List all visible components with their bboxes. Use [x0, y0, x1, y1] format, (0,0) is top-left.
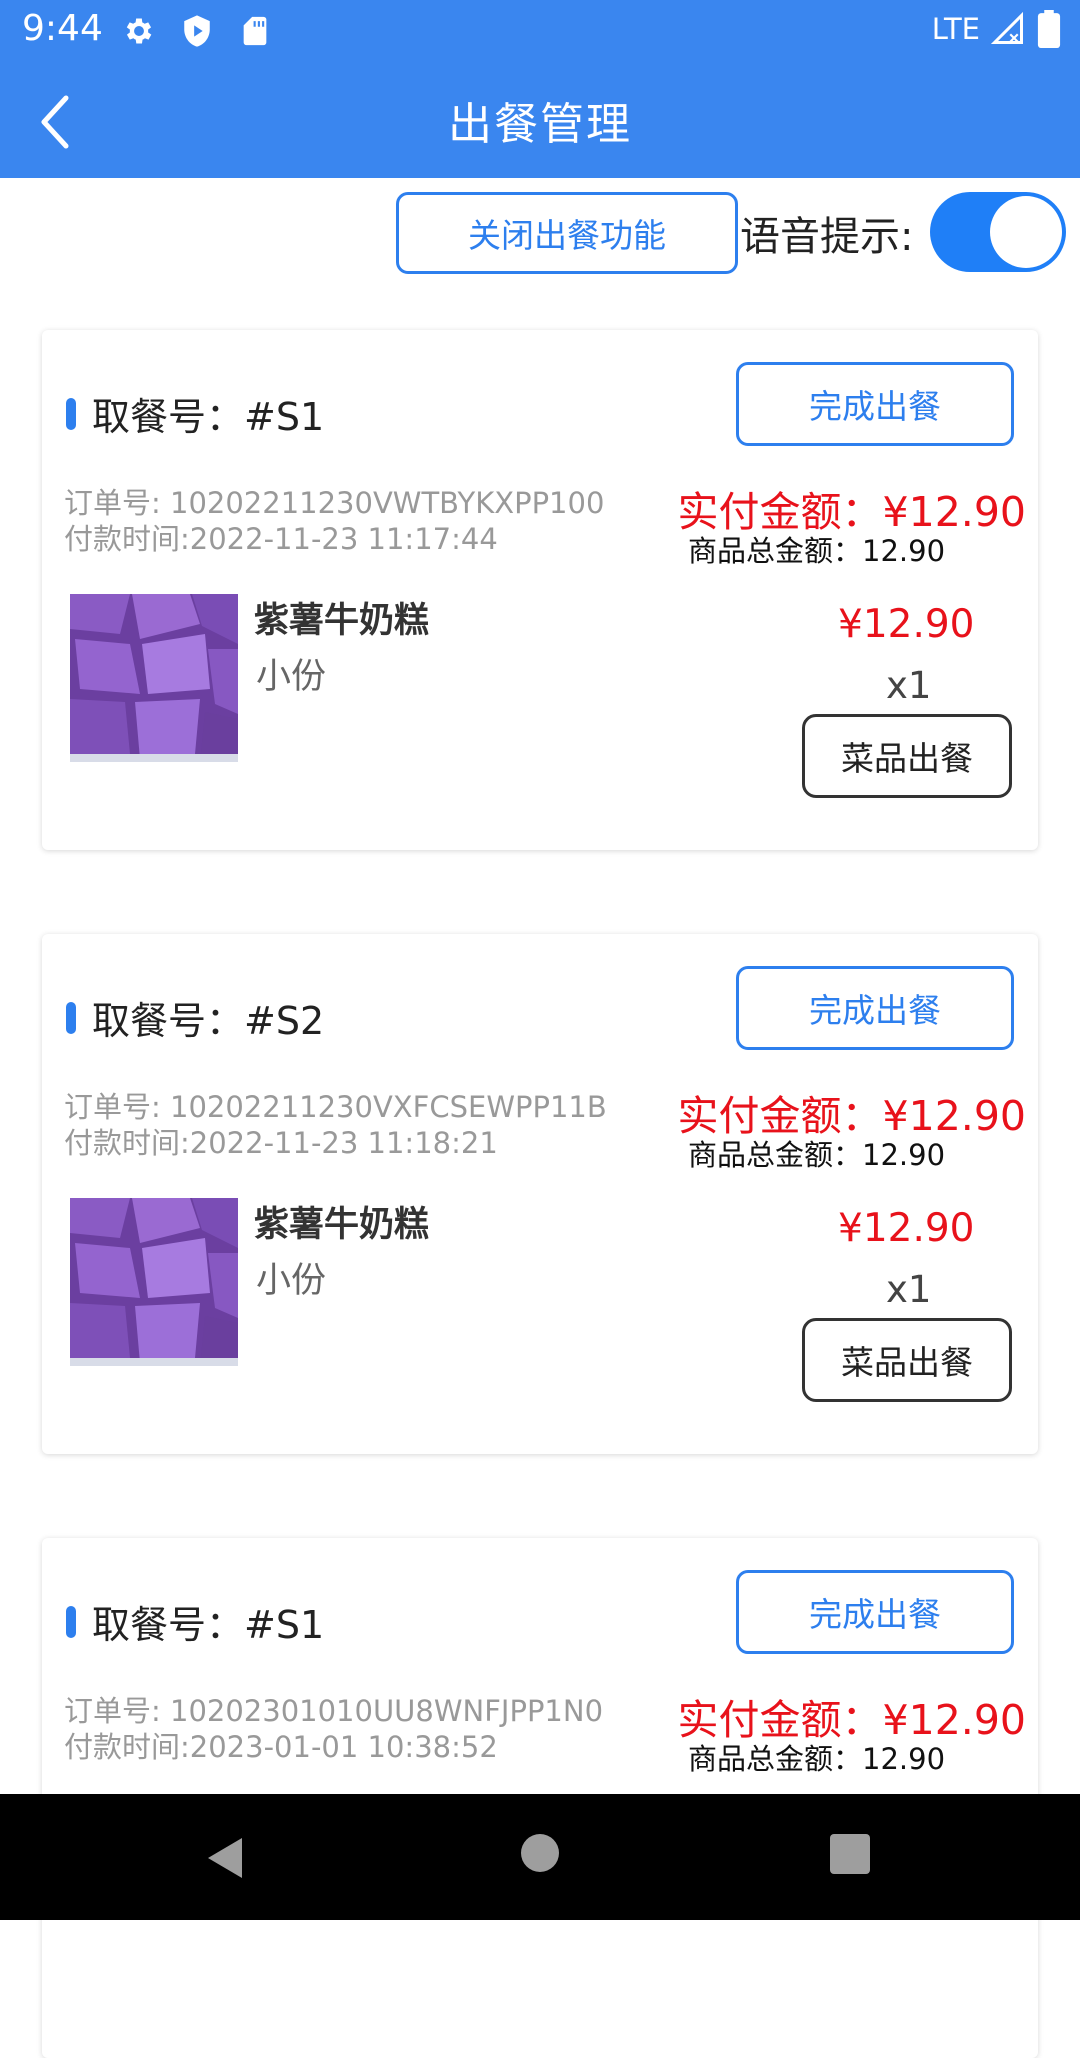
network-type: LTE [931, 12, 980, 46]
goods-total: 商品总金额：12.90 [688, 1138, 946, 1172]
status-right: LTE [932, 10, 1062, 48]
serve-dish-button[interactable]: 菜品出餐 [802, 714, 1012, 798]
dish-quantity: x1 [886, 1268, 932, 1311]
dish-quantity: x1 [886, 664, 932, 707]
top-bar: 9:44 LTE 出餐管理 [0, 0, 1080, 178]
pickup-number: 取餐号：#S2 [66, 990, 324, 1045]
dish-price: ¥12.90 [838, 602, 975, 647]
order-card: 取餐号：#S2 完成出餐 订单号: 10202211230VXFCSEWPP11… [42, 934, 1038, 1454]
pickup-indicator [66, 1605, 76, 1638]
status-bar: 9:44 LTE [0, 0, 1080, 62]
nav-back-icon[interactable] [202, 1834, 250, 1882]
finish-serving-button[interactable]: 完成出餐 [736, 362, 1014, 446]
goods-total: 商品总金额：12.90 [688, 1742, 946, 1776]
pickup-number-text: 取餐号：#S1 [92, 395, 325, 439]
voice-prompt-label: 语音提示: [740, 214, 914, 260]
dish-spec: 小份 [256, 1261, 327, 1301]
payment-time: 付款时间:2023-01-01 10:38:52 [64, 1730, 498, 1764]
page-title: 出餐管理 [448, 99, 632, 150]
nav-home-icon[interactable] [521, 1834, 559, 1872]
dish-image [70, 594, 238, 762]
serve-dish-button[interactable]: 菜品出餐 [802, 1318, 1012, 1402]
sd-card-icon [243, 16, 267, 46]
pickup-number-text: 取餐号：#S1 [92, 1603, 325, 1647]
nav-recents-icon[interactable] [830, 1834, 870, 1874]
close-serving-button[interactable]: 关闭出餐功能 [396, 192, 738, 274]
battery-icon [1037, 10, 1061, 48]
order-card: 取餐号：#S1 完成出餐 订单号: 10202211230VWTBYKXPP10… [42, 330, 1038, 850]
pickup-indicator [66, 1001, 76, 1034]
shield-play-icon [184, 15, 210, 47]
signal-icon [990, 11, 1023, 44]
dish-image [70, 1198, 238, 1366]
dish-price: ¥12.90 [838, 1206, 975, 1251]
status-time: 9:44 [22, 8, 103, 49]
pickup-number: 取餐号：#S1 [66, 386, 324, 441]
goods-total: 商品总金额：12.90 [688, 534, 946, 568]
gear-icon [126, 18, 152, 44]
finish-serving-button[interactable]: 完成出餐 [736, 966, 1014, 1050]
pickup-indicator [66, 397, 76, 430]
voice-prompt-toggle[interactable] [930, 192, 1066, 272]
dish-name: 紫薯牛奶糕 [254, 601, 430, 641]
pickup-number: 取餐号：#S1 [66, 1594, 324, 1649]
dish-name: 紫薯牛奶糕 [254, 1205, 430, 1245]
payment-time: 付款时间:2022-11-23 11:17:44 [64, 522, 498, 556]
payment-time: 付款时间:2022-11-23 11:18:21 [64, 1126, 498, 1160]
pickup-number-text: 取餐号：#S2 [92, 999, 325, 1043]
dish-spec: 小份 [256, 657, 327, 697]
system-nav-bar [0, 1794, 1080, 1920]
toggle-knob [990, 196, 1062, 268]
finish-serving-button[interactable]: 完成出餐 [736, 1570, 1014, 1654]
